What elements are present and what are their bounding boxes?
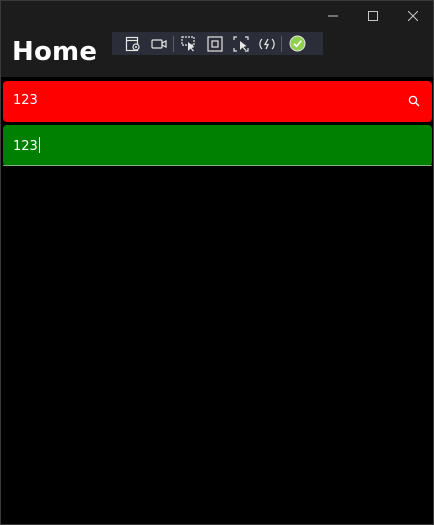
in-sync-check-icon[interactable]: [288, 35, 306, 53]
track-focused-element-icon[interactable]: [232, 35, 250, 53]
hot-reload-icon[interactable]: [258, 35, 276, 53]
toolbar-separator: [173, 35, 174, 52]
toolbar-separator-2: [281, 35, 282, 52]
app-window: Home 123 123: [0, 0, 434, 525]
text-caret: [38, 137, 40, 153]
search-icon[interactable]: [408, 95, 420, 107]
live-visual-tree-icon[interactable]: [124, 35, 142, 53]
entry-focus-underline: [3, 165, 432, 166]
page-title: Home: [12, 37, 98, 67]
xaml-debug-toolbar: [112, 32, 323, 55]
close-icon: [408, 11, 418, 21]
entry-input[interactable]: 123: [13, 137, 40, 154]
video-icon[interactable]: [150, 35, 168, 53]
minimize-icon: [328, 15, 338, 17]
display-layout-adorners-icon[interactable]: [206, 35, 224, 53]
select-element-icon[interactable]: [180, 35, 198, 53]
maximize-button[interactable]: [353, 1, 393, 31]
maximize-icon: [368, 11, 378, 21]
minimize-button[interactable]: [313, 1, 353, 31]
title-bar[interactable]: [1, 1, 433, 31]
text-entry[interactable]: 123: [3, 125, 432, 166]
close-button[interactable]: [393, 1, 433, 31]
search-input[interactable]: 123: [13, 93, 38, 108]
search-bar[interactable]: 123: [3, 81, 432, 122]
entry-value: 123: [13, 139, 38, 154]
